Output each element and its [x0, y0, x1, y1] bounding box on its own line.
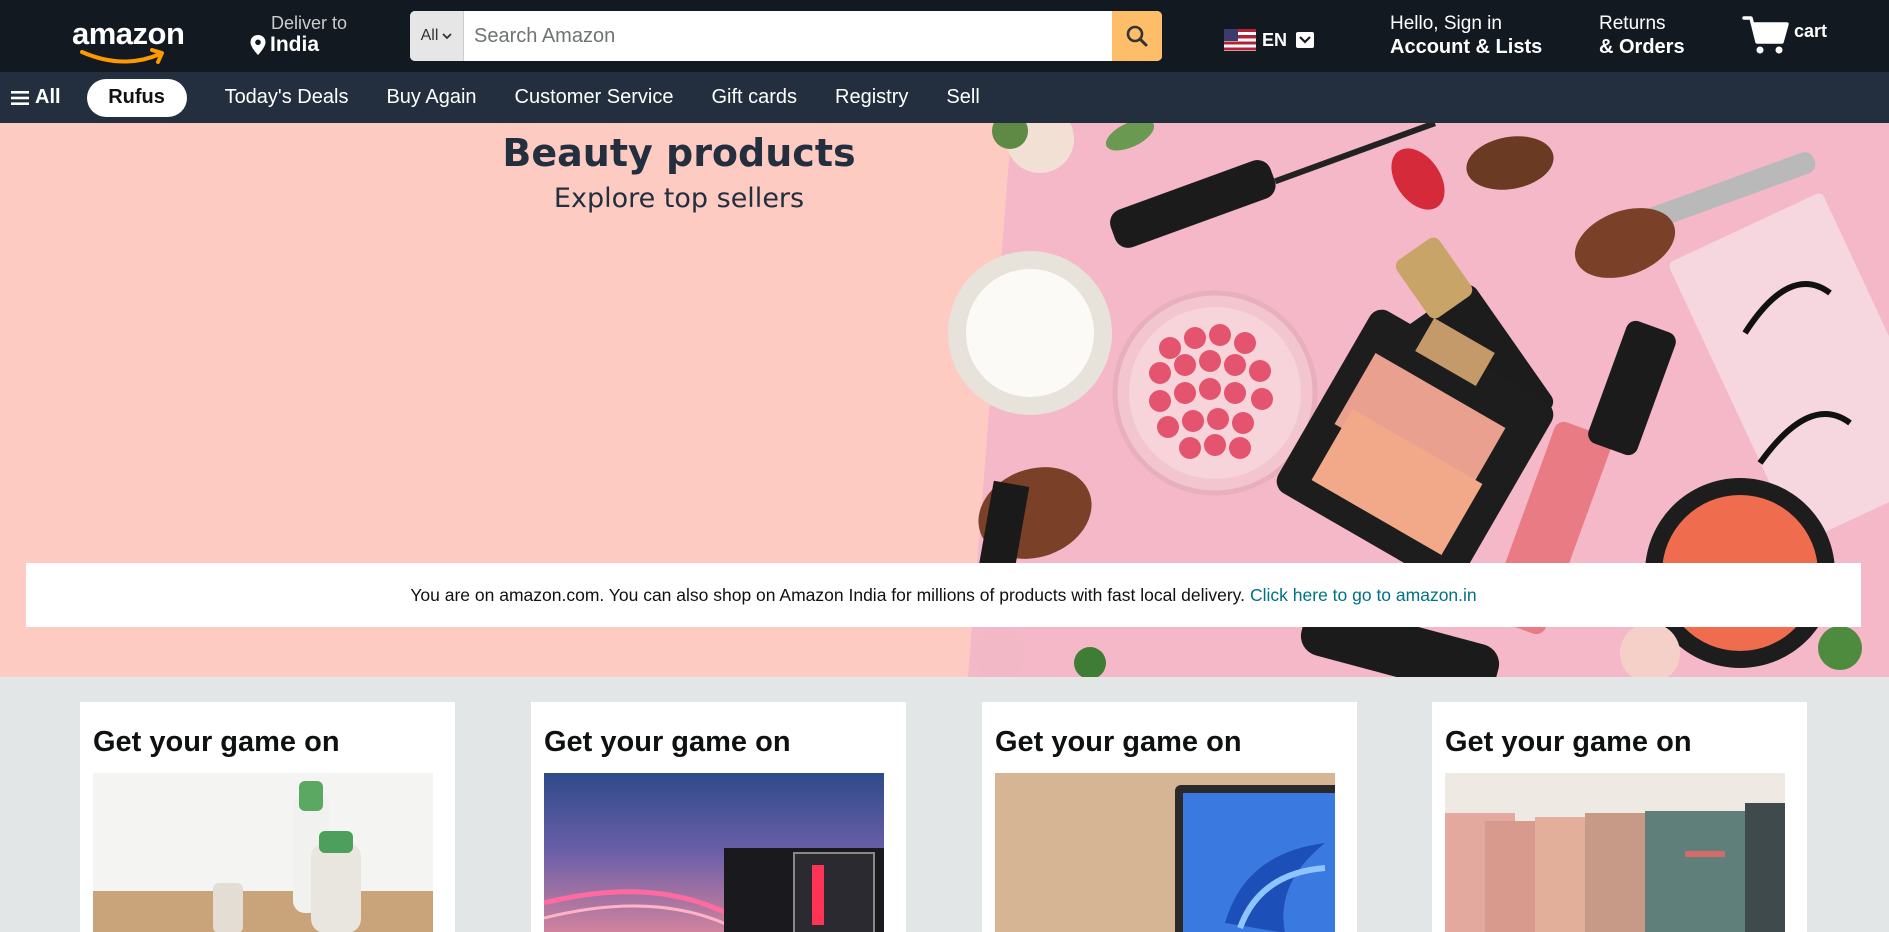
product-card-4[interactable]: Get your game on [1432, 702, 1807, 932]
hamburger-menu-icon [11, 90, 29, 105]
deliver-location: India [270, 33, 320, 56]
card-title: Get your game on [995, 726, 1242, 758]
account-greeting: Hello, Sign in [1390, 13, 1502, 34]
cart-label: cart [1794, 21, 1828, 41]
returns-label: Returns [1599, 13, 1666, 34]
product-card-1[interactable]: Get your game on [80, 702, 455, 932]
all-menu-label: All [35, 86, 61, 108]
location-pin-icon [250, 35, 266, 55]
card-title: Get your game on [93, 726, 340, 758]
language-code: EN [1262, 29, 1288, 50]
gaming-pc-image [544, 773, 884, 932]
nav-link-sell[interactable]: Sell [946, 86, 979, 109]
cleaning-products-image [93, 773, 433, 932]
deliver-label: Deliver to [271, 13, 348, 33]
card-title: Get your game on [1445, 726, 1692, 758]
account-label: Account & Lists [1390, 36, 1543, 58]
product-card-2[interactable]: Get your game on [531, 702, 906, 932]
nav-link-gift-cards[interactable]: Gift cards [711, 86, 797, 109]
amazon-in-link[interactable]: Click here to go to amazon.in [1250, 585, 1477, 606]
hero-subtitle: Explore top sellers [553, 183, 805, 214]
us-flag-icon [1224, 29, 1256, 51]
secondary-nav-bar: All Rufus Today's Deals Buy Again Custom… [0, 72, 1889, 123]
card-title: Get your game on [544, 726, 791, 758]
cart-icon [1742, 16, 1789, 54]
nav-link-registry[interactable]: Registry [835, 86, 908, 109]
deliver-to[interactable]: Deliver to India [250, 13, 347, 57]
search-bar: All [410, 11, 1162, 61]
nav-link-todays-deals[interactable]: Today's Deals [225, 86, 349, 109]
nav-link-customer-service[interactable]: Customer Service [515, 86, 674, 109]
orders-label: & Orders [1599, 36, 1685, 58]
hero-title: Beauty products [502, 131, 856, 175]
top-nav-bar: amazon Deliver to India All Search Amazo… [0, 0, 1889, 72]
search-category-dropdown[interactable]: All [410, 11, 464, 61]
smile-arrow-icon [80, 48, 164, 64]
chevron-down-icon [442, 32, 453, 39]
locale-notice: You are on amazon.com. You can also shop… [26, 563, 1861, 627]
all-menu-button[interactable]: All [11, 86, 61, 109]
rufus-button[interactable]: Rufus [86, 78, 187, 117]
product-card-3[interactable]: Get your game on [982, 702, 1357, 932]
returns-orders[interactable]: Returns & Orders [1599, 13, 1685, 59]
account-lists[interactable]: Hello, Sign in Account & Lists [1390, 13, 1542, 59]
cart-button[interactable]: cart [1742, 12, 1827, 56]
search-category-label: All [420, 27, 439, 44]
handbags-image [1445, 773, 1785, 932]
search-icon [1126, 25, 1148, 47]
laptop-image [995, 773, 1335, 932]
logo-wordmark: amazon [72, 16, 185, 51]
locale-notice-text: You are on amazon.com. You can also shop… [410, 584, 1245, 605]
caret-down-icon [1296, 32, 1315, 48]
amazon-logo[interactable]: amazon [72, 16, 185, 66]
nav-link-buy-again[interactable]: Buy Again [386, 86, 476, 109]
search-button[interactable] [1112, 11, 1162, 61]
search-input[interactable] [464, 11, 1112, 61]
language-selector[interactable]: EN [1224, 29, 1315, 51]
